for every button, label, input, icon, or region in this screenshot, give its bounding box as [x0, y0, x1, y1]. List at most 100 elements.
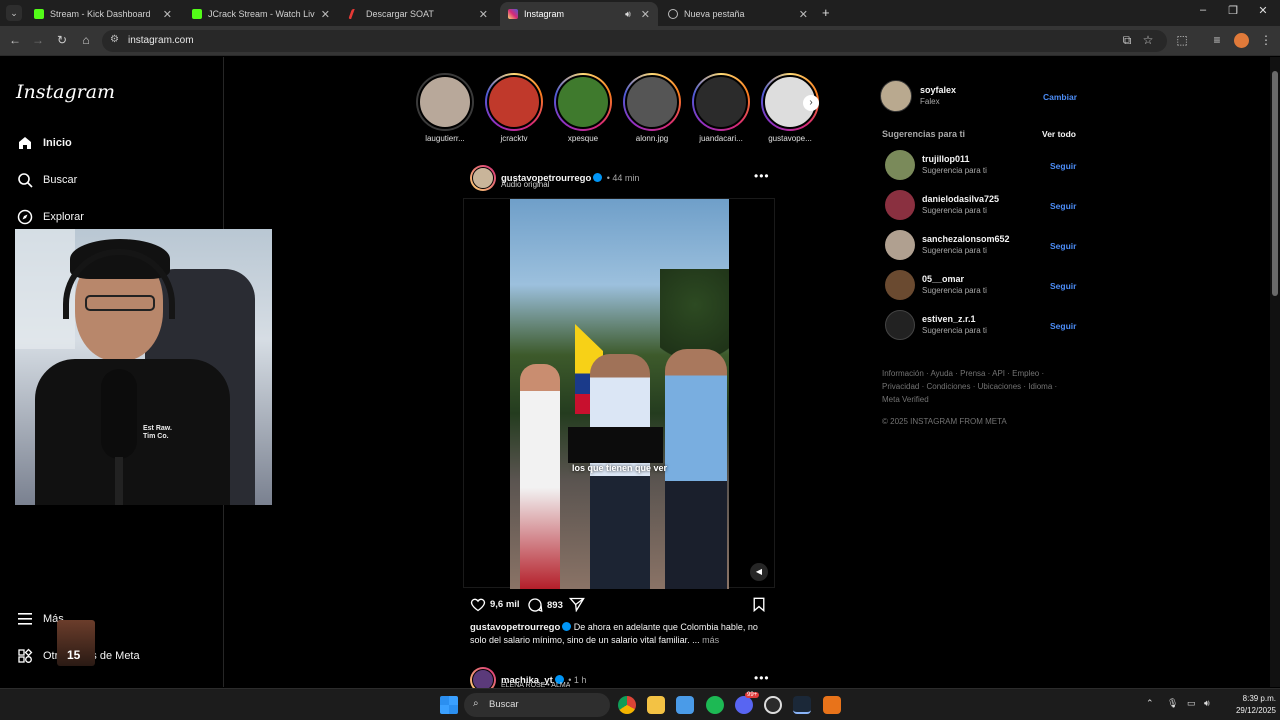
see-all-link[interactable]: Ver todo — [1042, 129, 1076, 139]
story-item[interactable]: juandacari... — [692, 73, 750, 143]
forward-icon[interactable]: → — [29, 33, 47, 47]
taskbar-search[interactable]: ⌕ Buscar — [464, 693, 610, 717]
story-item[interactable]: alonn.jpg — [623, 73, 681, 143]
story-item[interactable]: jcracktv — [485, 73, 543, 143]
file-explorer-icon[interactable] — [647, 696, 665, 714]
close-tab-icon[interactable]: ✕ — [479, 8, 488, 21]
address-bar[interactable]: ⚙ instagram.com — [102, 30, 1167, 52]
close-tab-icon[interactable]: ✕ — [799, 8, 808, 21]
post-video[interactable]: los que tienen que ver — [510, 199, 729, 589]
account-username[interactable]: soyfalex — [920, 85, 956, 95]
account-avatar[interactable] — [880, 80, 912, 112]
profile-avatar[interactable] — [1234, 33, 1249, 48]
suggestion-avatar[interactable] — [885, 310, 915, 340]
chrome-icon[interactable] — [618, 696, 636, 714]
caption-username[interactable]: gustavopetrourrego — [470, 622, 560, 633]
story-item[interactable]: laugutierr... — [416, 73, 474, 143]
maximize-icon[interactable]: ❐ — [1218, 4, 1248, 17]
story-ring — [485, 73, 543, 131]
scrollbar-thumb[interactable] — [1272, 71, 1278, 296]
post-audio[interactable]: Audio original — [501, 180, 549, 189]
search-icon — [16, 171, 34, 189]
volume-icon[interactable]: 🔊︎ — [1204, 698, 1210, 709]
suggestion-username[interactable]: 05__omar — [922, 274, 964, 284]
steam-icon[interactable] — [793, 696, 811, 714]
close-window-icon[interactable]: ✕ — [1248, 4, 1278, 17]
media-control-icon[interactable]: ≡ — [1208, 33, 1226, 47]
comment-button[interactable]: 893 — [527, 597, 563, 613]
more-options-icon[interactable]: ••• — [754, 169, 770, 183]
suggestion-avatar[interactable] — [885, 150, 915, 180]
verified-badge-icon — [562, 622, 572, 631]
suggestion-subtitle: Sugerencia para ti — [922, 206, 987, 215]
share-button[interactable] — [569, 597, 585, 612]
post-video-frame[interactable]: los que tienen que ver ◀︎ — [463, 198, 775, 589]
close-tab-icon[interactable]: ✕ — [163, 8, 172, 21]
tab-descargar-soat[interactable]: Descargar SOAT ✕ — [342, 2, 496, 26]
post-author-avatar[interactable] — [470, 165, 496, 191]
sidebar-item-inicio[interactable]: Inicio — [16, 134, 72, 152]
reload-icon[interactable]: ↻ — [53, 33, 71, 47]
browser-menu-icon[interactable]: ⋮ — [1257, 33, 1275, 47]
store-icon[interactable] — [676, 696, 694, 714]
spotify-icon[interactable] — [706, 696, 724, 714]
more-options-icon[interactable]: ••• — [754, 671, 770, 685]
tray-chevron-icon[interactable]: ⌃ — [1146, 698, 1154, 709]
minimize-icon[interactable]: – — [1188, 4, 1218, 16]
save-button[interactable] — [752, 597, 766, 612]
kick-favicon-icon — [192, 9, 202, 19]
page-scrollbar[interactable] — [1270, 57, 1280, 687]
speaker-icon[interactable]: 🔊︎ — [625, 9, 631, 20]
sidebar-item-buscar[interactable]: Buscar — [16, 171, 77, 189]
like-count: 9,6 mil — [490, 599, 520, 610]
follow-button[interactable]: Seguir — [1050, 241, 1076, 251]
post-caption: gustavopetrourrego De ahora en adelante … — [470, 621, 770, 646]
tab-kick-dashboard[interactable]: Stream - Kick Dashboard ✕ — [26, 2, 180, 26]
switch-account-button[interactable]: Cambiar — [1043, 92, 1077, 102]
follow-button[interactable]: Seguir — [1050, 281, 1076, 291]
follow-button[interactable]: Seguir — [1050, 201, 1076, 211]
suggestion-username[interactable]: sanchezalonsom652 — [922, 234, 1010, 244]
back-icon[interactable]: ← — [6, 33, 24, 47]
follow-button[interactable]: Seguir — [1050, 161, 1076, 171]
follow-button[interactable]: Seguir — [1050, 321, 1076, 331]
install-app-icon[interactable]: ⧉ — [1118, 33, 1136, 48]
suggestion-username[interactable]: estiven_z.r.1 — [922, 314, 976, 324]
story-username: juandacari... — [699, 134, 743, 143]
tab-instagram[interactable]: Instagram 🔊︎ ✕ — [500, 2, 658, 26]
discord-icon[interactable] — [735, 696, 753, 714]
suggestion-avatar[interactable] — [885, 190, 915, 220]
app-icon[interactable] — [823, 696, 841, 714]
windows-start-icon[interactable] — [440, 696, 458, 714]
extensions-icon[interactable]: ⬚ — [1173, 33, 1191, 47]
close-tab-icon[interactable]: ✕ — [641, 8, 650, 21]
suggestion-avatar[interactable] — [885, 230, 915, 260]
caption-more-link[interactable]: más — [702, 635, 719, 645]
next-post-audio[interactable]: ELENA ROSE • ALMA — [501, 682, 570, 687]
home-icon[interactable]: ⌂ — [77, 33, 95, 47]
instagram-logo[interactable]: Instagram — [16, 81, 115, 103]
story-avatar — [487, 75, 541, 129]
suggestion-subtitle: Sugerencia para ti — [922, 166, 987, 175]
bookmark-star-icon[interactable]: ☆ — [1139, 33, 1157, 47]
close-tab-icon[interactable]: ✕ — [321, 8, 330, 21]
tab-search-button[interactable]: ⌄ — [6, 5, 22, 21]
sidebar-item-explorar[interactable]: Explorar — [16, 208, 84, 226]
suggestion-avatar[interactable] — [885, 270, 915, 300]
browser-toolbar: ← → ↻ ⌂ ⚙ instagram.com ⧉ ☆ ⬚ ≡ ⋮ — [0, 26, 1280, 56]
obs-icon[interactable] — [764, 696, 782, 714]
tab-nueva-pestana[interactable]: Nueva pestaña ✕ — [660, 2, 816, 26]
network-icon[interactable]: ▭ — [1187, 698, 1196, 709]
footer-links[interactable]: Información · Ayuda · Prensa · API · Emp… — [882, 367, 1062, 406]
suggestion-username[interactable]: danielodasilva725 — [922, 194, 999, 204]
suggestion-username[interactable]: trujillop011 — [922, 154, 970, 164]
site-info-icon[interactable]: ⚙ — [110, 34, 119, 45]
story-item[interactable]: xpesque — [554, 73, 612, 143]
new-tab-icon[interactable]: + — [822, 5, 830, 20]
tab-jcrack-stream[interactable]: JCrack Stream - Watch Live on Kick ✕ — [184, 2, 338, 26]
mute-toggle-icon[interactable]: ◀︎ — [750, 563, 768, 581]
like-button[interactable]: 9,6 mil — [470, 597, 520, 612]
chevron-right-icon[interactable]: › — [803, 95, 819, 111]
system-clock[interactable]: 8:39 p.m. 29/12/2025 — [1222, 693, 1276, 717]
microphone-icon[interactable]: 🎙︎ — [1167, 698, 1178, 709]
